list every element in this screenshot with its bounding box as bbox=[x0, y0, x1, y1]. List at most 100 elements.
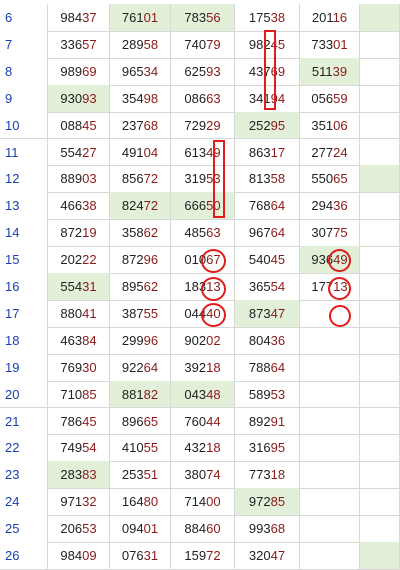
table-cell[interactable] bbox=[360, 434, 400, 462]
row-number[interactable]: 6 bbox=[0, 4, 48, 31]
row-number[interactable]: 22 bbox=[0, 434, 48, 462]
row-number[interactable]: 26 bbox=[0, 542, 48, 569]
row-number[interactable]: 21 bbox=[0, 407, 48, 435]
row-number[interactable]: 9 bbox=[0, 84, 48, 112]
table-cell[interactable]: 62593 bbox=[171, 57, 235, 85]
table-cell[interactable]: 27724 bbox=[300, 138, 360, 166]
table-cell[interactable] bbox=[360, 299, 400, 327]
row-number[interactable]: 12 bbox=[0, 165, 48, 193]
table-cell[interactable]: 97132 bbox=[48, 488, 110, 516]
table-cell[interactable]: 96764 bbox=[235, 219, 300, 247]
table-cell[interactable]: 33657 bbox=[48, 30, 110, 58]
table-cell[interactable] bbox=[300, 407, 360, 435]
table-cell[interactable] bbox=[360, 488, 400, 516]
table-cell[interactable] bbox=[360, 407, 400, 435]
table-cell[interactable]: 76101 bbox=[110, 4, 171, 31]
table-cell[interactable] bbox=[360, 4, 400, 31]
table-cell[interactable]: 87347 bbox=[235, 299, 300, 327]
table-cell[interactable]: 96534 bbox=[110, 57, 171, 85]
row-number[interactable]: 20 bbox=[0, 380, 48, 408]
table-cell[interactable]: 78356 bbox=[171, 4, 235, 31]
table-cell[interactable] bbox=[360, 380, 400, 408]
table-cell[interactable]: 48563 bbox=[171, 219, 235, 247]
table-cell[interactable] bbox=[300, 380, 360, 408]
table-cell[interactable]: 90202 bbox=[171, 326, 235, 354]
table-cell[interactable] bbox=[360, 353, 400, 381]
row-number[interactable]: 8 bbox=[0, 57, 48, 85]
table-cell[interactable]: 28958 bbox=[110, 30, 171, 58]
table-cell[interactable]: 66650 bbox=[171, 192, 235, 220]
table-cell[interactable]: 35498 bbox=[110, 84, 171, 112]
table-cell[interactable]: 97285 bbox=[235, 488, 300, 516]
table-cell[interactable] bbox=[300, 542, 360, 569]
table-cell[interactable]: 85672 bbox=[110, 165, 171, 193]
row-number[interactable]: 16 bbox=[0, 273, 48, 300]
table-cell[interactable]: 54045 bbox=[235, 246, 300, 273]
table-cell[interactable]: 30775 bbox=[300, 219, 360, 247]
table-cell[interactable]: 25351 bbox=[110, 461, 171, 489]
table-cell[interactable]: 31695 bbox=[235, 434, 300, 462]
table-cell[interactable]: 28383 bbox=[48, 461, 110, 489]
table-cell[interactable]: 20222 bbox=[48, 246, 110, 273]
row-number[interactable]: 19 bbox=[0, 353, 48, 381]
row-number[interactable]: 25 bbox=[0, 515, 48, 542]
table-cell[interactable] bbox=[360, 246, 400, 273]
row-number[interactable]: 14 bbox=[0, 219, 48, 247]
table-cell[interactable] bbox=[360, 542, 400, 569]
table-cell[interactable]: 08663 bbox=[171, 84, 235, 112]
table-cell[interactable] bbox=[360, 515, 400, 542]
row-number[interactable]: 15 bbox=[0, 246, 48, 273]
table-cell[interactable]: 20116 bbox=[300, 4, 360, 31]
table-cell[interactable]: 38074 bbox=[171, 461, 235, 489]
table-cell[interactable]: 71085 bbox=[48, 380, 110, 408]
table-cell[interactable]: 73301 bbox=[300, 30, 360, 58]
table-cell[interactable]: 29996 bbox=[110, 326, 171, 354]
table-cell[interactable]: 32047 bbox=[235, 542, 300, 569]
table-cell[interactable] bbox=[300, 488, 360, 516]
table-cell[interactable]: 15972 bbox=[171, 542, 235, 569]
row-number[interactable]: 18 bbox=[0, 326, 48, 354]
table-cell[interactable]: 89665 bbox=[110, 407, 171, 435]
table-cell[interactable]: 76044 bbox=[171, 407, 235, 435]
table-cell[interactable]: 29436 bbox=[300, 192, 360, 220]
table-cell[interactable]: 08845 bbox=[48, 111, 110, 139]
table-cell[interactable]: 78645 bbox=[48, 407, 110, 435]
table-cell[interactable]: 78864 bbox=[235, 353, 300, 381]
table-cell[interactable]: 51139 bbox=[300, 57, 360, 85]
row-number[interactable]: 7 bbox=[0, 30, 48, 58]
table-cell[interactable]: 55065 bbox=[300, 165, 360, 193]
table-cell[interactable]: 86317 bbox=[235, 138, 300, 166]
table-cell[interactable]: 38755 bbox=[110, 299, 171, 327]
row-number[interactable]: 10 bbox=[0, 111, 48, 139]
table-cell[interactable]: 35862 bbox=[110, 219, 171, 247]
table-cell[interactable]: 88041 bbox=[48, 299, 110, 327]
table-cell[interactable]: 88460 bbox=[171, 515, 235, 542]
table-cell[interactable] bbox=[360, 30, 400, 58]
table-cell[interactable]: 72929 bbox=[171, 111, 235, 139]
table-cell[interactable]: 74954 bbox=[48, 434, 110, 462]
table-cell[interactable]: 05659 bbox=[300, 84, 360, 112]
table-cell[interactable]: 76864 bbox=[235, 192, 300, 220]
table-cell[interactable]: 41055 bbox=[110, 434, 171, 462]
table-cell[interactable]: 04348 bbox=[171, 380, 235, 408]
table-cell[interactable]: 39218 bbox=[171, 353, 235, 381]
table-cell[interactable] bbox=[300, 434, 360, 462]
table-cell[interactable]: 93093 bbox=[48, 84, 110, 112]
table-cell[interactable]: 55431 bbox=[48, 273, 110, 300]
table-cell[interactable]: 74079 bbox=[171, 30, 235, 58]
table-cell[interactable]: 88182 bbox=[110, 380, 171, 408]
table-cell[interactable] bbox=[360, 57, 400, 85]
table-cell[interactable] bbox=[360, 219, 400, 247]
table-cell[interactable]: 77318 bbox=[235, 461, 300, 489]
table-cell[interactable]: 87296 bbox=[110, 246, 171, 273]
table-cell[interactable]: 31953 bbox=[171, 165, 235, 193]
table-cell[interactable]: 20653 bbox=[48, 515, 110, 542]
table-cell[interactable] bbox=[300, 326, 360, 354]
table-cell[interactable]: 87219 bbox=[48, 219, 110, 247]
table-cell[interactable]: 98409 bbox=[48, 542, 110, 569]
table-cell[interactable]: 98437 bbox=[48, 4, 110, 31]
table-cell[interactable]: 82472 bbox=[110, 192, 171, 220]
table-cell[interactable]: 55427 bbox=[48, 138, 110, 166]
table-cell[interactable]: 36554 bbox=[235, 273, 300, 300]
table-cell[interactable]: 98969 bbox=[48, 57, 110, 85]
